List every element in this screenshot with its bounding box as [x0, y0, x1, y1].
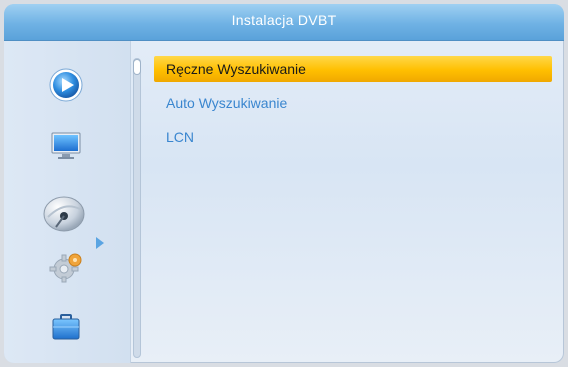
- sidebar: [4, 41, 131, 363]
- settings-gear-icon[interactable]: [48, 249, 84, 285]
- menu-item-label: Ręczne Wyszukiwanie: [166, 61, 306, 77]
- menu-item-auto-search[interactable]: Auto Wyszukiwanie: [154, 90, 552, 116]
- title-bar: Instalacja DVBT: [4, 4, 564, 41]
- play-icon[interactable]: [48, 67, 84, 103]
- scroll-thumb[interactable]: [134, 60, 140, 74]
- menu-item-lcn[interactable]: LCN: [154, 124, 552, 150]
- menu-screen: Instalacja DVBT Ręczne Wyszukiwanie Auto…: [4, 4, 564, 363]
- toolbox-icon[interactable]: [48, 309, 84, 345]
- page-title: Instalacja DVBT: [231, 12, 337, 28]
- scrollbar[interactable]: [133, 58, 141, 358]
- chevron-right-icon: [96, 237, 104, 249]
- satellite-dish-icon[interactable]: [42, 191, 88, 237]
- menu-list: Ręczne Wyszukiwanie Auto Wyszukiwanie LC…: [154, 56, 552, 158]
- menu-item-manual-search[interactable]: Ręczne Wyszukiwanie: [154, 56, 552, 82]
- tv-icon[interactable]: [48, 127, 84, 163]
- menu-item-label: Auto Wyszukiwanie: [166, 95, 288, 111]
- menu-item-label: LCN: [166, 129, 195, 145]
